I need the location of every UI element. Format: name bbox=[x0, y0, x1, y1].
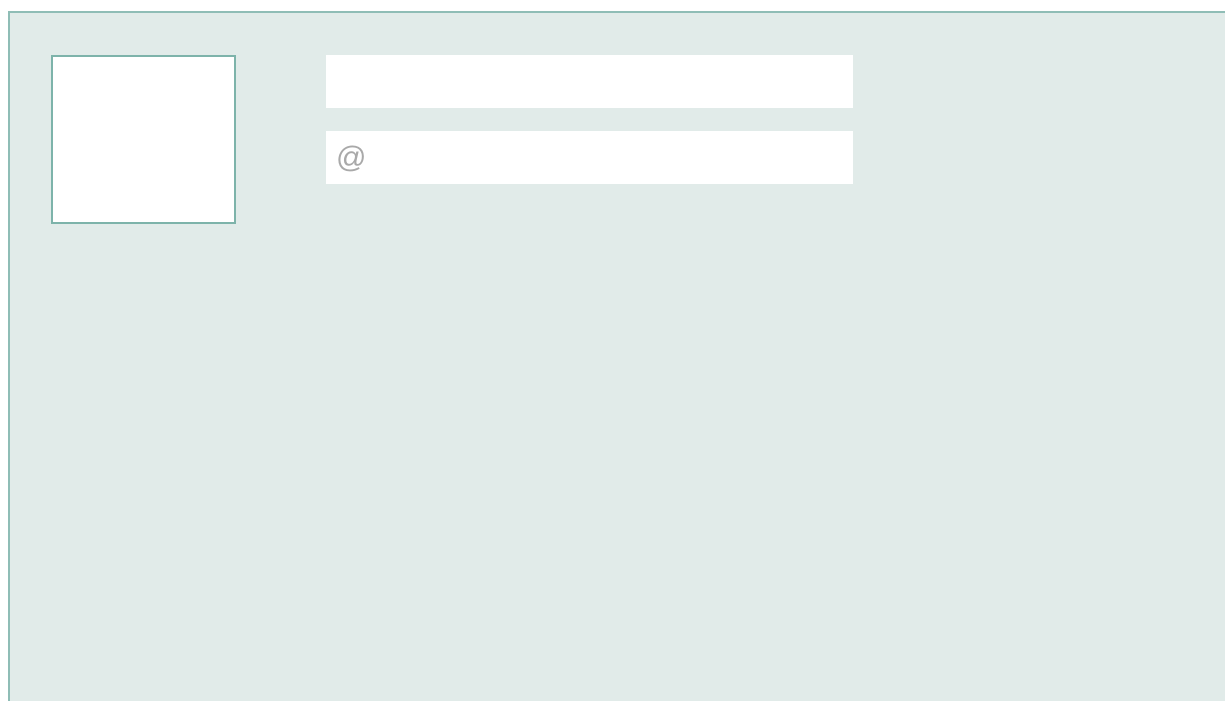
profile-panel bbox=[8, 11, 1225, 701]
handle-input[interactable] bbox=[326, 131, 853, 184]
name-input[interactable] bbox=[326, 55, 853, 108]
avatar-upload-box[interactable] bbox=[51, 55, 236, 224]
